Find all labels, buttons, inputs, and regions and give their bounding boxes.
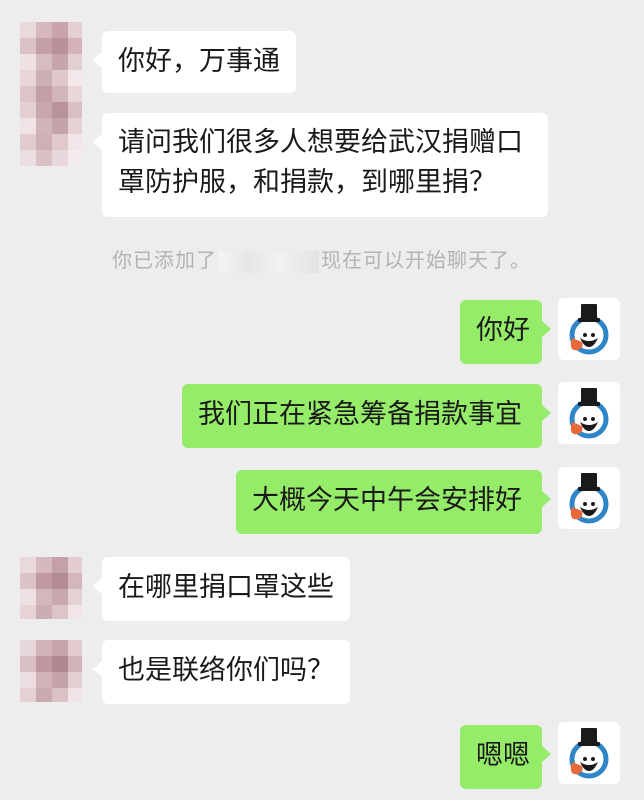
message-text: 大概今天中午会安排好	[252, 485, 522, 516]
system-notice-prefix: 你已添加了	[112, 248, 217, 272]
message-text: 嗯嗯	[476, 740, 530, 771]
top-hat-location-logo-icon	[569, 388, 609, 439]
chat-area: 你好，万事通 请问我们很多人想要给武汉捐赠口罩防护服，和捐款，到哪里捐？ 你已添…	[0, 0, 644, 800]
blurred-name	[219, 250, 319, 273]
message-bubble-outgoing[interactable]: 嗯嗯	[460, 725, 551, 789]
message-text: 在哪里捐口罩这些	[118, 572, 334, 603]
system-notice-suffix: 现在可以开始聊天了。	[321, 248, 531, 272]
message-text: 你好，万事通	[118, 46, 280, 77]
message-bubble-outgoing[interactable]: 我们正在紧急筹备捐款事宜	[182, 384, 551, 448]
message-text: 也是联络你们吗？	[118, 655, 334, 686]
message-bubble-incoming[interactable]: 也是联络你们吗？	[93, 640, 350, 704]
message-text: 请问我们很多人想要给武汉捐赠口罩防护服，和捐款，到哪里捐？	[118, 127, 523, 198]
self-avatar[interactable]	[558, 722, 620, 784]
message-bubble-outgoing[interactable]: 你好	[460, 300, 551, 364]
sender-avatar[interactable]	[20, 640, 82, 702]
message-text: 你好	[476, 315, 530, 346]
self-avatar[interactable]	[558, 467, 620, 529]
system-notice: 你已添加了 现在可以开始聊天了。	[112, 244, 531, 273]
top-hat-location-logo-icon	[569, 304, 609, 355]
self-avatar[interactable]	[558, 298, 620, 360]
message-bubble-incoming[interactable]: 你好，万事通	[93, 31, 296, 93]
sender-avatar[interactable]	[20, 22, 82, 172]
self-avatar[interactable]	[558, 382, 620, 444]
message-bubble-incoming[interactable]: 在哪里捐口罩这些	[93, 557, 350, 621]
sender-avatar[interactable]	[20, 557, 82, 619]
message-text: 我们正在紧急筹备捐款事宜	[198, 399, 522, 430]
top-hat-location-logo-icon	[569, 728, 609, 779]
message-bubble-outgoing[interactable]: 大概今天中午会安排好	[236, 470, 551, 534]
top-hat-location-logo-icon	[569, 473, 609, 524]
message-bubble-incoming[interactable]: 请问我们很多人想要给武汉捐赠口罩防护服，和捐款，到哪里捐？	[93, 113, 548, 217]
